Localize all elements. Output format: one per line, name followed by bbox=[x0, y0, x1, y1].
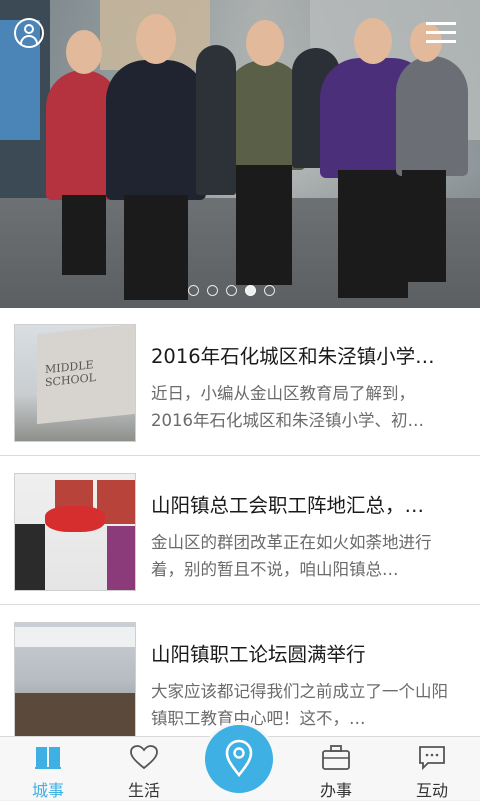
divider bbox=[0, 604, 480, 605]
news-summary: 近日，小编从金山区教育局了解到，2016年石化城区和朱泾镇小学、初… bbox=[151, 384, 424, 430]
briefcase-icon bbox=[322, 745, 350, 770]
tab-city[interactable]: 城事 bbox=[0, 737, 96, 801]
news-item[interactable]: 山阳镇总工会职工阵地汇总，… 金山区的群团改革正在如火如荼地进行着，别的暂且不说… bbox=[0, 457, 480, 605]
menu-icon[interactable] bbox=[426, 22, 456, 44]
location-pin-icon bbox=[225, 739, 253, 778]
news-title: 山阳镇总工会职工阵地汇总，… bbox=[151, 494, 425, 517]
tab-services[interactable]: 办事 bbox=[288, 737, 384, 801]
carousel-dot[interactable] bbox=[207, 285, 218, 296]
chat-bubble-icon bbox=[419, 746, 445, 771]
tab-interact[interactable]: 互动 bbox=[384, 737, 480, 801]
heart-icon bbox=[130, 745, 158, 770]
news-item[interactable]: 山阳镇职工论坛圆满举行 大家应该都记得我们之前成立了一个山阳镇职工教育中心吧！这… bbox=[0, 606, 480, 736]
tab-label: 城事 bbox=[31, 781, 64, 800]
news-thumbnail bbox=[14, 473, 136, 591]
news-thumbnail bbox=[14, 622, 136, 736]
news-item[interactable]: MIDDLE SCHOOL 2016年石化城区和朱泾镇小学… 近日，小编从金山区… bbox=[0, 308, 480, 456]
news-summary: 金山区的群团改革正在如火如荼地进行着，别的暂且不说，咱山阳镇总… bbox=[151, 533, 432, 579]
location-button[interactable] bbox=[205, 725, 273, 793]
hero-banner[interactable] bbox=[0, 0, 480, 308]
profile-icon[interactable] bbox=[14, 18, 44, 48]
tab-label: 互动 bbox=[415, 781, 448, 800]
carousel-dot[interactable] bbox=[264, 285, 275, 296]
news-title: 2016年石化城区和朱泾镇小学… bbox=[151, 345, 435, 368]
tab-label: 办事 bbox=[319, 781, 352, 800]
carousel-dot[interactable] bbox=[226, 285, 237, 296]
carousel-dot[interactable] bbox=[188, 285, 199, 296]
news-summary: 大家应该都记得我们之前成立了一个山阳镇职工教育中心吧！这不，… bbox=[151, 682, 448, 728]
news-title: 山阳镇职工论坛圆满举行 bbox=[151, 643, 366, 666]
news-thumbnail: MIDDLE SCHOOL bbox=[14, 324, 136, 442]
carousel-indicator bbox=[188, 285, 275, 296]
tab-life[interactable]: 生活 bbox=[96, 737, 192, 801]
book-icon bbox=[35, 747, 61, 769]
news-list: MIDDLE SCHOOL 2016年石化城区和朱泾镇小学… 近日，小编从金山区… bbox=[0, 308, 480, 736]
divider bbox=[0, 455, 480, 456]
tab-label: 生活 bbox=[127, 781, 160, 800]
carousel-dot-active[interactable] bbox=[245, 285, 256, 296]
